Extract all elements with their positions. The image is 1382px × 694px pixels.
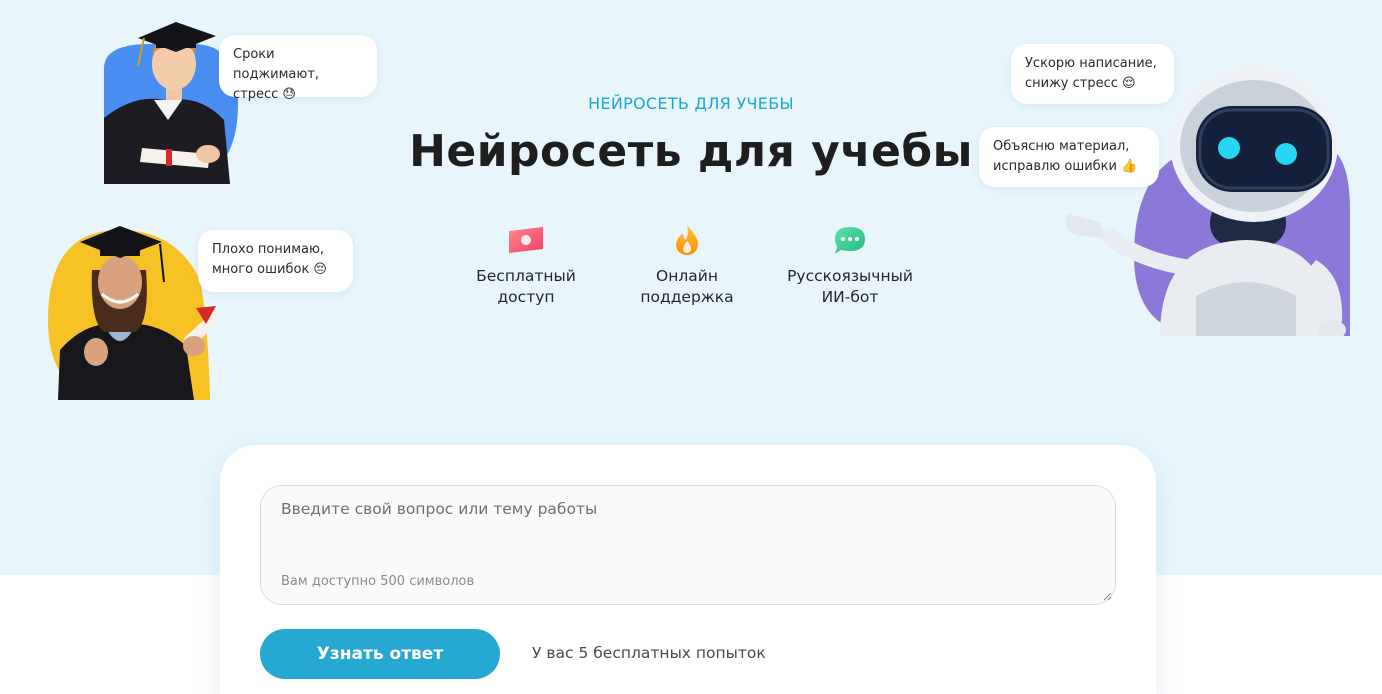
feature-label: Онлайн поддержка — [640, 267, 734, 306]
student-female-speech-bubble: Плохо понимаю, много ошибок 😔 — [198, 230, 353, 292]
chat-bubble-icon — [835, 227, 865, 254]
feature-label: Бесплатный доступ — [476, 267, 576, 306]
resize-handle-icon[interactable] — [1103, 592, 1112, 601]
feature-free-access: Бесплатный доступ — [446, 224, 606, 308]
student-male-speech-bubble: Сроки поджимают, стресс 😓 — [219, 35, 377, 102]
flame-icon — [676, 225, 698, 255]
question-input-placeholder: Введите свой вопрос или тему работы — [281, 500, 598, 518]
banknote-icon — [509, 227, 543, 253]
feature-label: Русскоязычный ИИ-бот — [787, 267, 913, 306]
question-input[interactable]: Введите свой вопрос или тему работы Вам … — [260, 485, 1116, 605]
feature-online-support: Онлайн поддержка — [607, 224, 767, 308]
student-female-illustration — [48, 226, 216, 400]
attempts-remaining-text: У вас 5 бесплатных попыток — [532, 644, 766, 662]
get-answer-button[interactable]: Узнать ответ — [260, 629, 500, 679]
feature-russian-ai-bot: Русскоязычный ИИ-бот — [770, 224, 930, 308]
hero-eyebrow: НЕЙРОСЕТЬ ДЛЯ УЧЕБЫ — [588, 94, 794, 113]
page-title: Нейросеть для учебы — [409, 126, 973, 177]
char-limit-text: Вам доступно 500 символов — [281, 574, 475, 589]
